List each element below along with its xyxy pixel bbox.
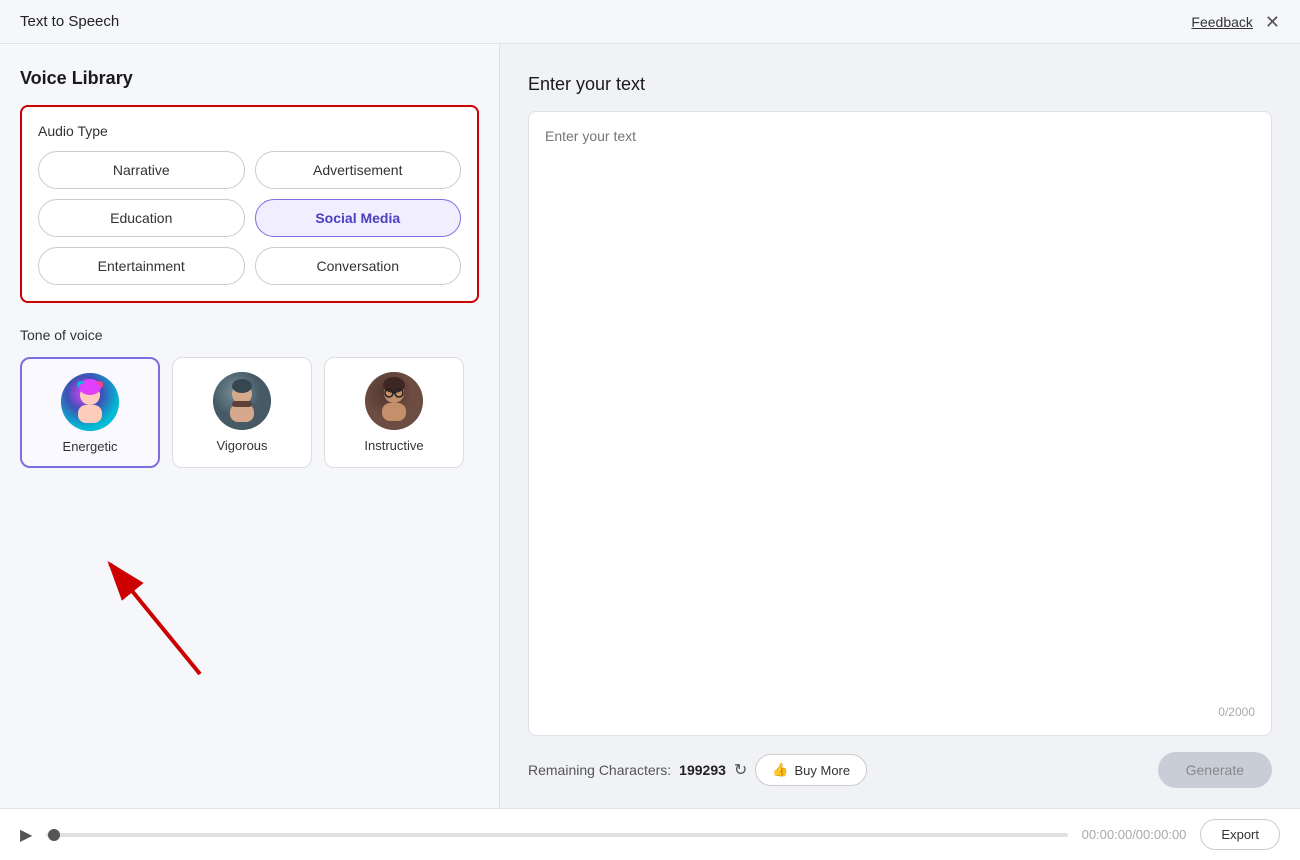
tone-grid: Energetic bbox=[20, 357, 479, 468]
progress-dot bbox=[48, 829, 60, 841]
remaining-label: Remaining Characters: bbox=[528, 762, 671, 778]
app-title: Text to Speech bbox=[20, 13, 119, 30]
export-button[interactable]: Export bbox=[1200, 819, 1280, 850]
avatar-vigorous bbox=[213, 372, 271, 430]
enter-text-title: Enter your text bbox=[528, 74, 1272, 95]
text-input[interactable] bbox=[545, 128, 1255, 697]
audio-btn-narrative[interactable]: Narrative bbox=[38, 151, 245, 189]
tone-label: Tone of voice bbox=[20, 327, 479, 343]
avatar-energetic bbox=[61, 373, 119, 431]
refresh-icon[interactable]: ↻ bbox=[734, 760, 747, 780]
audio-btn-conversation[interactable]: Conversation bbox=[255, 247, 462, 285]
tone-card-energetic[interactable]: Energetic bbox=[20, 357, 160, 468]
left-panel: Voice Library Audio Type Narrative Adver… bbox=[0, 44, 500, 808]
instructive-avatar-img bbox=[365, 372, 423, 430]
audio-type-label: Audio Type bbox=[38, 123, 461, 139]
player-bar: ▶ 00:00:00/00:00:00 Export bbox=[0, 808, 1300, 860]
vigorous-avatar-img bbox=[213, 372, 271, 430]
buy-more-icon: 👍 bbox=[772, 762, 788, 778]
audio-btn-entertainment[interactable]: Entertainment bbox=[38, 247, 245, 285]
buy-more-label: Buy More bbox=[794, 763, 850, 778]
header: Text to Speech Feedback ✕ bbox=[0, 0, 1300, 44]
remaining-count: 199293 bbox=[679, 762, 726, 778]
close-icon[interactable]: ✕ bbox=[1265, 13, 1280, 31]
buy-more-button[interactable]: 👍 Buy More bbox=[755, 754, 867, 786]
audio-btn-social-media[interactable]: Social Media bbox=[255, 199, 462, 237]
text-area-box: 0/2000 bbox=[528, 111, 1272, 736]
energetic-avatar-img bbox=[61, 373, 119, 431]
generate-button[interactable]: Generate bbox=[1158, 752, 1272, 788]
bottom-row: Remaining Characters: 199293 ↻ 👍 Buy Mor… bbox=[528, 752, 1272, 788]
right-panel: Enter your text 0/2000 Remaining Charact… bbox=[500, 44, 1300, 808]
feedback-link[interactable]: Feedback bbox=[1191, 14, 1252, 30]
audio-type-box: Audio Type Narrative Advertisement Educa… bbox=[20, 105, 479, 303]
avatar-instructive bbox=[365, 372, 423, 430]
remaining-chars: Remaining Characters: 199293 ↻ 👍 Buy Mor… bbox=[528, 754, 867, 786]
audio-btn-education[interactable]: Education bbox=[38, 199, 245, 237]
tone-name-instructive: Instructive bbox=[364, 438, 423, 453]
progress-track[interactable] bbox=[46, 833, 1067, 837]
tone-card-instructive[interactable]: Instructive bbox=[324, 357, 464, 468]
play-button[interactable]: ▶ bbox=[20, 825, 32, 845]
tone-name-vigorous: Vigorous bbox=[216, 438, 267, 453]
audio-type-grid: Narrative Advertisement Education Social… bbox=[38, 151, 461, 285]
tone-card-vigorous[interactable]: Vigorous bbox=[172, 357, 312, 468]
tone-name-energetic: Energetic bbox=[63, 439, 118, 454]
annotation-arrow bbox=[60, 534, 240, 684]
header-right: Feedback ✕ bbox=[1191, 13, 1280, 31]
audio-btn-advertisement[interactable]: Advertisement bbox=[255, 151, 462, 189]
voice-library-title: Voice Library bbox=[20, 68, 479, 89]
time-display: 00:00:00/00:00:00 bbox=[1082, 827, 1187, 842]
main-content: Voice Library Audio Type Narrative Adver… bbox=[0, 44, 1300, 808]
char-count: 0/2000 bbox=[545, 705, 1255, 719]
